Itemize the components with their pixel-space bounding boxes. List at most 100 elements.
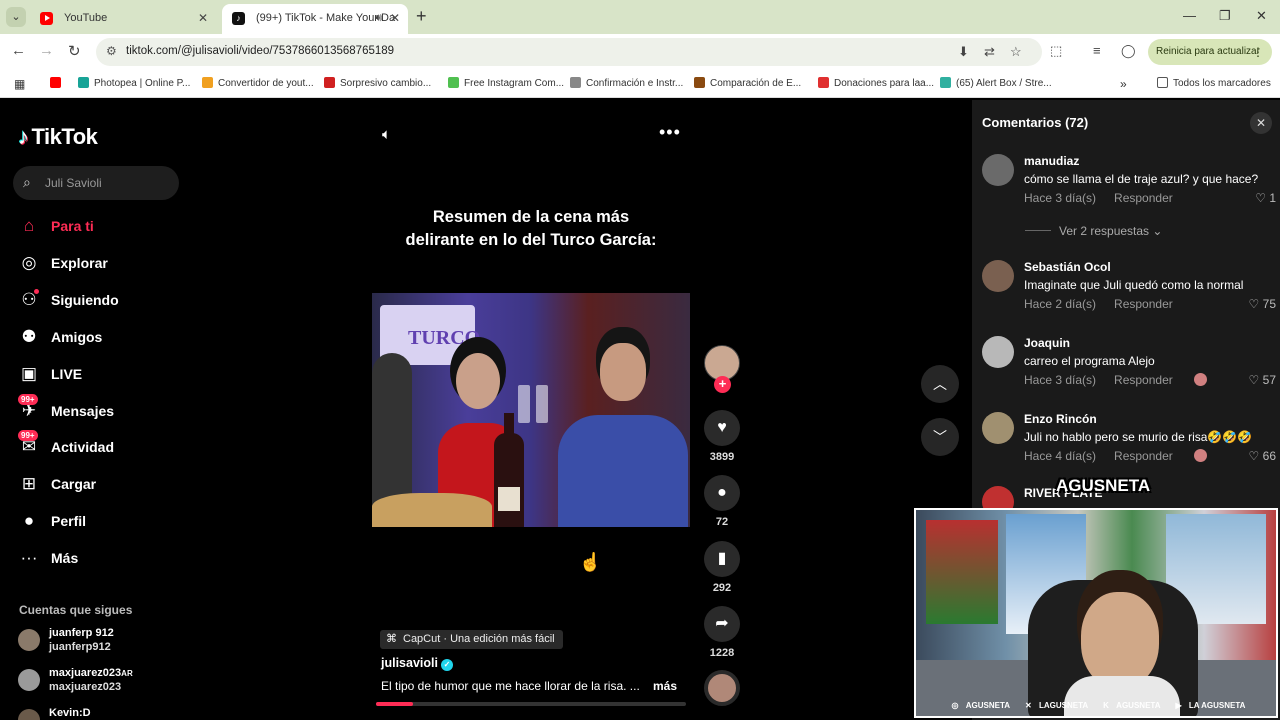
share-icon[interactable]: ➦ xyxy=(704,606,740,642)
all-bookmarks-label: Todos los marcadores xyxy=(1173,78,1271,89)
comment-action[interactable]: ● 72 xyxy=(702,475,742,528)
youtube-icon: ▶ xyxy=(1175,701,1184,710)
close-tab-icon[interactable]: ✕ xyxy=(390,4,400,32)
comment-meta: Hace 2 día(s) Responder xyxy=(1024,297,1173,311)
comment-username[interactable]: Sebastián Ocol xyxy=(1024,260,1111,274)
tiktok-logo[interactable]: ♪ TikTok xyxy=(18,124,98,150)
bookmark-label: Photopea | Online P... xyxy=(94,78,191,89)
youtube-bookmark-icon[interactable] xyxy=(50,77,66,89)
extensions-icon[interactable]: ⬚ xyxy=(1050,43,1062,59)
bookmark-star-icon[interactable]: ☆ xyxy=(1010,44,1022,60)
webcam-overlay: ◎ AGUSNETA ✕ LAGUSNETA K AGUSNETA ▶ LA AGUS… xyxy=(914,508,1278,718)
bookmark-item[interactable]: Sorpresivo cambio... xyxy=(324,77,431,89)
search-input[interactable]: ⌕ Juli Savioli xyxy=(13,166,179,200)
more-options-icon[interactable]: ••• xyxy=(659,122,681,143)
menu-dots-icon[interactable]: ⋮ xyxy=(1252,39,1264,65)
speaker-icon[interactable]: 🔊︎ xyxy=(375,4,382,32)
profile-icon[interactable]: ◯ xyxy=(1121,43,1136,59)
media-control-icon[interactable]: ≡ xyxy=(1093,43,1101,58)
comment-time: Hace 3 día(s) xyxy=(1024,373,1097,387)
next-video-button[interactable]: ﹀ xyxy=(921,418,959,456)
restart-to-update-button[interactable]: Reinicia para actualizar ⋮ xyxy=(1148,39,1272,65)
close-window-button[interactable]: ✕ xyxy=(1256,8,1267,24)
comment-like-button[interactable]: ♡ 1 xyxy=(1255,191,1276,205)
bookmark-label: Confirmación e Instr... xyxy=(586,78,684,89)
comment-like-button[interactable]: ♡ 57 xyxy=(1249,373,1276,387)
minimize-button[interactable]: — xyxy=(1183,8,1196,23)
author-name[interactable]: julisavioli ✓ xyxy=(381,656,453,671)
reload-button[interactable]: ↻ xyxy=(68,42,81,60)
bookmark-label: Donaciones para laa... xyxy=(834,78,935,89)
search-icon: ⌕ xyxy=(23,174,31,190)
video-progress-bar[interactable] xyxy=(376,702,686,706)
more-link[interactable]: más xyxy=(653,679,677,693)
share-action[interactable]: ➦ 1228 xyxy=(702,606,742,659)
tab-search-dropdown[interactable]: ⌄ xyxy=(6,7,26,27)
social-handle: ✕ LAGUSNETA xyxy=(1020,701,1088,710)
tab-tiktok[interactable]: ♪ (99+) TikTok - Make Your Da 🔊︎ ✕ xyxy=(222,4,408,34)
volume-icon[interactable]: 🔈︎ xyxy=(382,126,391,143)
bookmark-item[interactable]: Donaciones para laa... xyxy=(818,77,934,89)
comment-username[interactable]: Enzo Rincón xyxy=(1024,412,1097,426)
follow-plus-icon[interactable]: + xyxy=(714,376,731,393)
heart-icon[interactable]: ♥ xyxy=(704,410,740,446)
comment-meta: Hace 3 día(s) Responder xyxy=(1024,373,1173,387)
like-action[interactable]: ♥ 3899 xyxy=(702,410,742,463)
video-description: El tipo de humor que me hace llorar de l… xyxy=(381,679,640,693)
avatar[interactable] xyxy=(982,154,1014,186)
forward-button[interactable]: → xyxy=(39,42,54,59)
reply-button[interactable]: Responder xyxy=(1114,373,1173,387)
bookmark-item[interactable]: Confirmación e Instr... xyxy=(570,77,683,89)
new-tab-button[interactable]: + xyxy=(416,6,427,27)
comment-username[interactable]: Joaquin xyxy=(1024,336,1070,350)
bookmark-icon[interactable]: ▮ xyxy=(704,541,740,577)
address-bar[interactable]: ⚙ tiktok.com/@julisavioli/video/75378660… xyxy=(96,38,1042,66)
translate-icon[interactable]: ⇄ xyxy=(984,44,995,60)
comment-icon[interactable]: ● xyxy=(704,475,740,511)
video-food xyxy=(372,493,492,527)
bookmark-item[interactable]: Photopea | Online P... xyxy=(78,77,190,89)
comment-like-count: 1 xyxy=(1269,191,1276,205)
install-app-icon[interactable]: ⬇ xyxy=(958,44,969,60)
video-caption: Resumen de la cena más delirante en lo d… xyxy=(372,206,690,252)
view-replies-link[interactable]: Ver 2 respuestas ⌄ xyxy=(1025,224,1162,238)
pause-icon[interactable] xyxy=(510,377,556,433)
site-info-icon[interactable]: ⚙ xyxy=(106,44,117,58)
bookmark-item[interactable]: Convertidor de yout... xyxy=(202,77,314,89)
save-action[interactable]: ▮ 292 xyxy=(702,541,742,594)
close-comments-icon[interactable]: ✕ xyxy=(1250,112,1272,134)
notification-badge: 99+ xyxy=(18,393,38,405)
comment-like-count: 57 xyxy=(1262,373,1276,387)
more-bookmarks-icon[interactable]: » xyxy=(1120,77,1127,91)
upload-icon: ⊞ xyxy=(21,474,37,494)
comment-like-button[interactable]: ♡ 75 xyxy=(1249,297,1276,311)
avatar[interactable] xyxy=(982,336,1014,368)
previous-video-button[interactable]: ︿ xyxy=(921,365,959,403)
view-replies-label: Ver 2 respuestas xyxy=(1059,224,1150,238)
tab-youtube[interactable]: YouTube ✕ xyxy=(30,4,216,34)
bookmark-favicon-icon xyxy=(694,77,705,88)
reply-button[interactable]: Responder xyxy=(1114,191,1173,205)
video-player[interactable]: TURCO xyxy=(372,293,690,527)
heart-outline-icon: ♡ xyxy=(1248,297,1263,311)
account-name-text: juanferp 912 xyxy=(49,627,114,639)
comment-username[interactable]: manudiaz xyxy=(1024,154,1079,168)
back-button[interactable]: ← xyxy=(11,42,26,59)
capcut-tag[interactable]: ⌘ CapCut · Una edición más fácil xyxy=(380,630,563,649)
bookmark-item[interactable]: (65) Alert Box / Stre... xyxy=(940,77,1052,89)
bookmark-item[interactable]: Free Instagram Com... xyxy=(448,77,564,89)
all-bookmarks[interactable]: Todos los marcadores xyxy=(1157,77,1271,89)
reply-button[interactable]: Responder xyxy=(1114,297,1173,311)
apps-grid-icon[interactable]: ▦ xyxy=(14,77,25,91)
comment-like-button[interactable]: ♡ 66 xyxy=(1249,449,1276,463)
comment-like-count: 75 xyxy=(1262,297,1276,311)
reply-button[interactable]: Responder xyxy=(1114,449,1173,463)
avatar[interactable] xyxy=(982,260,1014,292)
close-tab-icon[interactable]: ✕ xyxy=(198,4,208,32)
tab-title: YouTube xyxy=(64,12,108,24)
bookmark-favicon-icon xyxy=(202,77,213,88)
bookmark-item[interactable]: Comparación de E... xyxy=(694,77,801,89)
music-disc-avatar[interactable] xyxy=(704,670,740,706)
avatar[interactable] xyxy=(982,412,1014,444)
restore-button[interactable]: ❐ xyxy=(1219,8,1231,24)
